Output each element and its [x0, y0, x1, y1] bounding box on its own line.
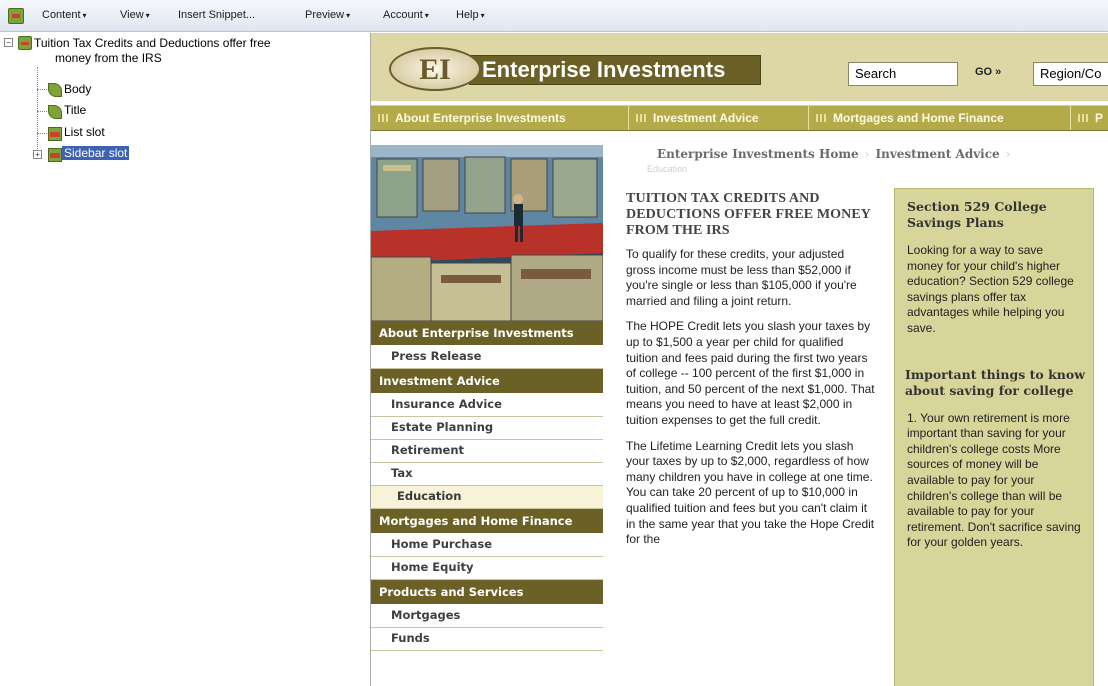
- ei-logo[interactable]: EI: [389, 47, 481, 91]
- menu-view-label: View: [120, 9, 144, 21]
- sidenav-item-estate-planning[interactable]: Estate Planning: [371, 417, 603, 441]
- sidenav-item-education[interactable]: Education: [371, 486, 603, 510]
- sidebar-heading: Section 529 College Savings Plans: [907, 199, 1047, 230]
- sidenav-item-press-release[interactable]: Press Release: [371, 346, 603, 370]
- menu-bar: Content ▾ View ▾ Insert Snippet... Preview…: [0, 0, 1108, 32]
- menu-insert-snippet[interactable]: Insert Snippet...: [178, 9, 255, 21]
- menu-preview[interactable]: Preview ▾: [305, 9, 350, 21]
- go-button[interactable]: GO »: [975, 66, 1001, 78]
- brand-name: Enterprise Investments: [482, 57, 726, 82]
- sidenav-header-investment-advice[interactable]: Investment Advice: [371, 369, 603, 395]
- sidebar-text: 1. Your own retirement is more important…: [907, 410, 1081, 550]
- article-paragraph: The HOPE Credit lets you slash your taxe…: [626, 319, 875, 427]
- tree-item-sidebar-slot[interactable]: Sidebar slot: [62, 146, 130, 160]
- page-preview: Enterprise Investments EI Search GO » Re…: [370, 33, 1108, 686]
- breadcrumb: Enterprise Investments Home › Investment A…: [657, 147, 1011, 161]
- tree-item-list-slot[interactable]: List slot: [64, 125, 105, 139]
- top-navigation: About Enterprise Investments Investment …: [371, 105, 1108, 131]
- menu-account-label: Account: [383, 9, 423, 21]
- tab-products-partial[interactable]: P: [1071, 106, 1108, 130]
- sidenav-item-funds[interactable]: Funds: [371, 628, 603, 652]
- side-navigation: About Enterprise Investments Press Relea…: [371, 321, 603, 652]
- menu-preview-label: Preview: [305, 9, 345, 21]
- breadcrumb-investment-advice[interactable]: Investment Advice: [875, 147, 999, 161]
- breadcrumb-home[interactable]: Enterprise Investments Home: [657, 147, 859, 161]
- menu-content[interactable]: Content ▾: [42, 9, 87, 21]
- sidebar-heading: Important things to know about saving fo…: [905, 366, 1085, 398]
- collapse-root-icon[interactable]: −: [4, 38, 13, 47]
- tab-investment-advice[interactable]: Investment Advice: [629, 106, 809, 130]
- sidebar-text: Looking for a way to save money for your…: [907, 243, 1074, 335]
- article-title: TUITION TAX CREDITS AND DEDUCTIONS OFFER…: [626, 191, 871, 238]
- tree-item-title[interactable]: Title: [64, 103, 86, 117]
- tab-mortgages-home-finance[interactable]: Mortgages and Home Finance: [809, 106, 1071, 130]
- page-icon: [18, 36, 32, 50]
- menu-view[interactable]: View ▾: [120, 9, 150, 21]
- sidenav-item-tax[interactable]: Tax: [371, 463, 603, 487]
- body-field-icon: [48, 83, 62, 97]
- region-select[interactable]: Region/Co: [1033, 62, 1108, 86]
- article-paragraph: The Lifetime Learning Credit lets you sl…: [626, 438, 875, 547]
- breadcrumb-current: Education: [647, 164, 688, 174]
- site-search-input[interactable]: Search: [848, 62, 958, 86]
- sidenav-item-insurance-advice[interactable]: Insurance Advice: [371, 394, 603, 418]
- tree-root-title[interactable]: Tuition Tax Credits and Deductions offer…: [34, 36, 271, 50]
- app-icon[interactable]: [8, 8, 24, 24]
- list-slot-icon: [48, 127, 62, 141]
- tab-about-enterprise-investments[interactable]: About Enterprise Investments: [371, 106, 629, 130]
- menu-account[interactable]: Account ▾: [383, 9, 429, 21]
- sidenav-item-home-purchase[interactable]: Home Purchase: [371, 534, 603, 558]
- hero-photo: [371, 145, 603, 321]
- sidenav-header-about[interactable]: About Enterprise Investments: [371, 321, 603, 347]
- sidebar-panel: Section 529 College Savings Plans Lookin…: [894, 188, 1094, 686]
- site-banner: Enterprise Investments EI Search GO » Re…: [371, 33, 1108, 101]
- tree-root-title-line2[interactable]: money from the IRS: [55, 51, 162, 65]
- sidenav-item-mortgages[interactable]: Mortgages: [371, 605, 603, 629]
- title-field-icon: [48, 105, 62, 119]
- sidenav-header-products[interactable]: Products and Services: [371, 580, 603, 606]
- brand-box: Enterprise Investments: [469, 55, 761, 85]
- sidenav-item-home-equity[interactable]: Home Equity: [371, 557, 603, 581]
- sidenav-header-mortgages[interactable]: Mortgages and Home Finance: [371, 509, 603, 535]
- menu-content-label: Content: [42, 9, 81, 21]
- sidebar-slot-icon: [48, 148, 62, 162]
- article-body: TUITION TAX CREDITS AND DEDUCTIONS OFFER…: [626, 191, 876, 558]
- sidenav-item-retirement[interactable]: Retirement: [371, 440, 603, 464]
- menu-insert-snippet-label: Insert Snippet...: [178, 9, 256, 21]
- tree-item-body[interactable]: Body: [64, 82, 91, 96]
- menu-help-label: Help: [456, 9, 479, 21]
- content-tree: − Tuition Tax Credits and Deductions off…: [0, 33, 369, 686]
- expand-sidebar-slot-icon[interactable]: +: [33, 150, 42, 159]
- article-paragraph: To qualify for these credits, your adjus…: [626, 247, 857, 308]
- menu-help[interactable]: Help ▾: [456, 9, 485, 21]
